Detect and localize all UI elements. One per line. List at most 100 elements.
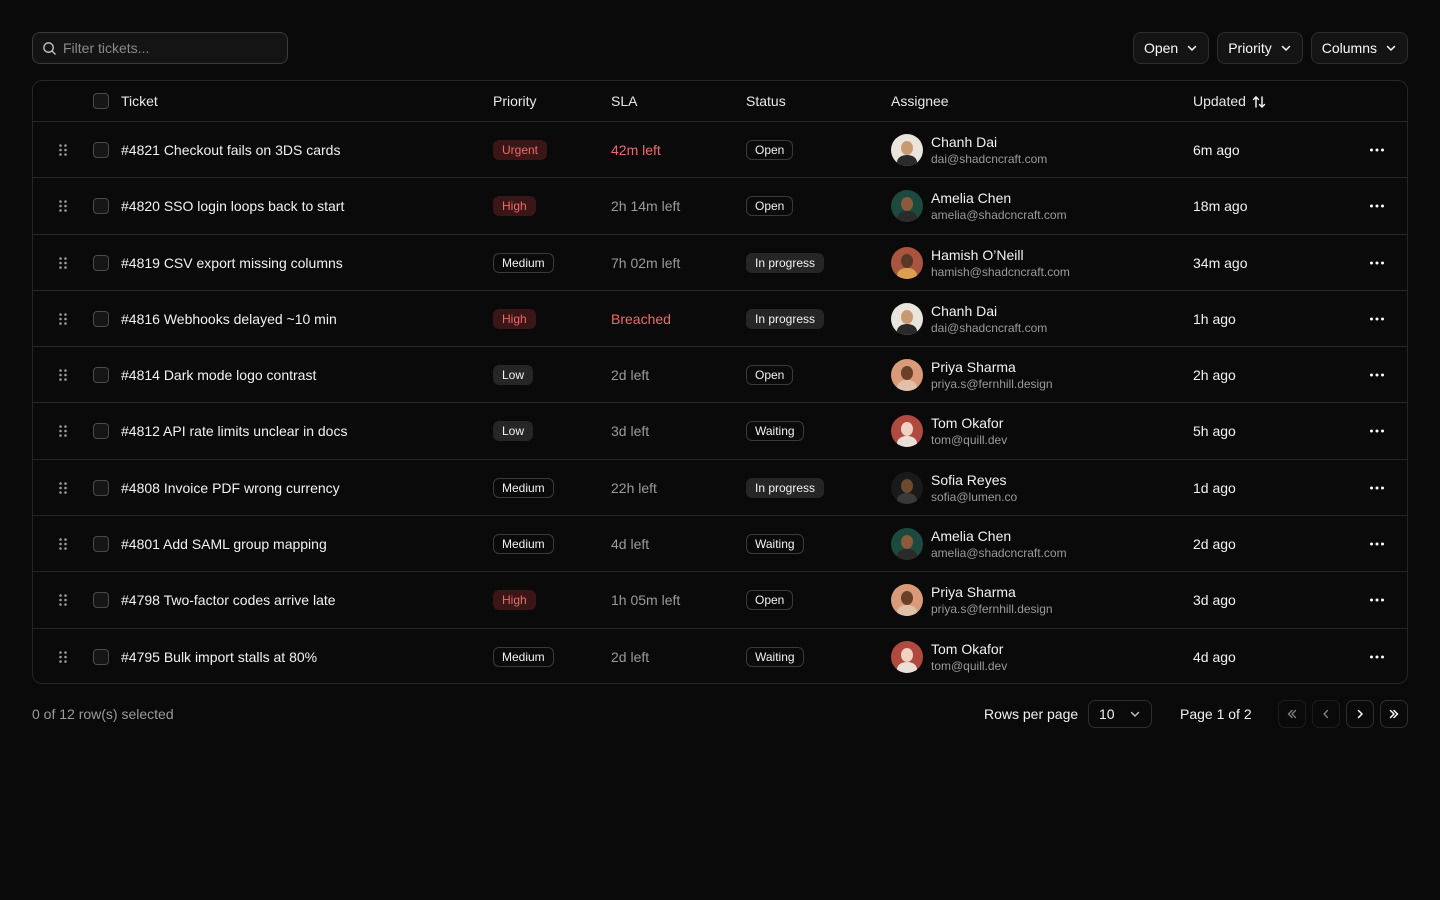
avatar <box>891 134 923 166</box>
row-actions-menu-icon[interactable] <box>1366 347 1388 403</box>
assignee-name: Priya Sharma <box>931 584 1016 601</box>
column-header-sla: SLA <box>611 93 638 109</box>
search-box[interactable] <box>32 32 288 64</box>
priority-cell: Low <box>493 403 534 459</box>
row-actions-menu-icon[interactable] <box>1366 572 1388 628</box>
drag-handle-icon[interactable] <box>57 291 69 347</box>
drag-handle-icon[interactable] <box>57 178 69 234</box>
row-checkbox[interactable] <box>93 291 109 347</box>
row-actions-menu-icon[interactable] <box>1366 178 1388 234</box>
assignee-cell: Amelia Chen amelia@shadcncraft.com <box>891 178 1067 234</box>
ticket-title: #4814 Dark mode logo contrast <box>121 367 317 384</box>
table-body: #4821 Checkout fails on 3DS cards Urgent 4… <box>33 122 1407 683</box>
avatar <box>891 528 923 561</box>
row-actions-menu-icon[interactable] <box>1366 516 1388 572</box>
assignee-email: dai@shadcncraft.com <box>931 320 1048 335</box>
last-page-button[interactable] <box>1380 700 1408 728</box>
drag-handle-icon[interactable] <box>57 235 69 291</box>
open-filter-button[interactable]: Open <box>1132 32 1210 64</box>
row-actions-menu-icon[interactable] <box>1366 403 1388 459</box>
status-badge: Waiting <box>746 534 804 555</box>
ticket-title: #4798 Two-factor codes arrive late <box>121 592 336 609</box>
assignee-email: priya.s@fernhill.design <box>931 602 1053 617</box>
row-actions-menu-icon[interactable] <box>1366 629 1388 683</box>
priority-badge: Low <box>493 421 534 442</box>
chevrons-right-icon <box>1389 709 1399 719</box>
row-checkbox[interactable] <box>93 572 109 628</box>
previous-page-button[interactable] <box>1312 700 1340 728</box>
table-row[interactable]: #4808 Invoice PDF wrong currency Medium 22… <box>33 460 1407 517</box>
ticket-title: #4808 Invoice PDF wrong currency <box>121 479 340 496</box>
row-checkbox[interactable] <box>93 122 109 178</box>
row-checkbox[interactable] <box>93 178 109 234</box>
drag-handle-icon[interactable] <box>57 516 69 572</box>
row-checkbox[interactable] <box>93 347 109 403</box>
updated-time: 2h ago <box>1193 367 1236 384</box>
row-actions-menu-icon[interactable] <box>1366 122 1388 178</box>
rows-per-page-select[interactable]: 10 <box>1088 700 1152 728</box>
next-page-button[interactable] <box>1346 700 1374 728</box>
drag-handle-icon[interactable] <box>57 629 69 683</box>
column-header-ticket: Ticket <box>121 93 158 109</box>
priority-filter-button[interactable]: Priority <box>1217 32 1303 64</box>
priority-cell: Urgent <box>493 122 548 178</box>
table-row[interactable]: #4814 Dark mode logo contrast Low 2d left O… <box>33 347 1407 404</box>
column-header-updated[interactable]: Updated <box>1193 81 1266 122</box>
assignee-email: dai@shadcncraft.com <box>931 152 1048 166</box>
drag-handle-icon[interactable] <box>57 572 69 628</box>
drag-handle-icon[interactable] <box>57 403 69 459</box>
search-input[interactable] <box>63 33 283 63</box>
select-all-checkbox[interactable] <box>93 93 109 109</box>
priority-badge: High <box>493 196 536 217</box>
sla-value: 22h left <box>611 479 657 496</box>
row-actions-menu-icon[interactable] <box>1366 460 1388 516</box>
chevron-left-icon <box>1323 709 1329 719</box>
table-row[interactable]: #4798 Two-factor codes arrive late High 1h… <box>33 572 1407 629</box>
table-row[interactable]: #4812 API rate limits unclear in docs Low… <box>33 403 1407 460</box>
column-header-status: Status <box>746 93 786 109</box>
status-cell: In progress <box>746 291 825 347</box>
status-cell: Open <box>746 178 794 234</box>
columns-button[interactable]: Columns <box>1310 32 1408 64</box>
table-row[interactable]: #4795 Bulk import stalls at 80% Medium 2d … <box>33 629 1407 683</box>
updated-time: 2d ago <box>1193 536 1236 553</box>
toolbar: Open Priority Columns <box>32 32 1408 64</box>
priority-cell: Medium <box>493 235 554 291</box>
row-actions-menu-icon[interactable] <box>1366 235 1388 291</box>
ticket-title: #4816 Webhooks delayed ~10 min <box>121 310 337 327</box>
assignee-cell: Tom Okafor tom@quill.dev <box>891 403 1007 459</box>
tickets-table: Ticket Priority SLA Status Assignee Upda… <box>32 80 1408 684</box>
row-checkbox[interactable] <box>93 629 109 683</box>
updated-time: 6m ago <box>1193 142 1240 158</box>
status-badge: Open <box>746 590 794 611</box>
row-actions-menu-icon[interactable] <box>1366 291 1388 347</box>
priority-badge: High <box>493 308 536 329</box>
table-row[interactable]: #4816 Webhooks delayed ~10 min High Breach… <box>33 291 1407 348</box>
ticket-title: #4795 Bulk import stalls at 80% <box>121 648 318 665</box>
priority-cell: Medium <box>493 629 554 683</box>
assignee-name: Priya Sharma <box>931 359 1016 376</box>
row-checkbox[interactable] <box>93 403 109 459</box>
ticket-title: #4821 Checkout fails on 3DS cards <box>121 142 341 158</box>
table-row[interactable]: #4819 CSV export missing columns Medium 7h… <box>33 235 1407 291</box>
status-badge: Open <box>746 196 794 217</box>
row-checkbox[interactable] <box>93 516 109 572</box>
assignee-cell: Priya Sharma priya.s@fernhill.design <box>891 347 1053 403</box>
chevron-down-icon <box>1281 45 1290 51</box>
table-row[interactable]: #4820 SSO login loops back to start High 2… <box>33 178 1407 235</box>
first-page-button[interactable] <box>1278 700 1306 728</box>
drag-handle-icon[interactable] <box>57 347 69 403</box>
row-checkbox[interactable] <box>93 460 109 516</box>
assignee-email: amelia@shadcncraft.com <box>931 546 1067 561</box>
drag-handle-icon[interactable] <box>57 122 69 178</box>
priority-badge: Medium <box>493 477 554 498</box>
status-cell: In progress <box>746 460 825 516</box>
table-row[interactable]: #4821 Checkout fails on 3DS cards Urgent 4… <box>33 122 1407 179</box>
table-row[interactable]: #4801 Add SAML group mapping Medium 4d lef… <box>33 516 1407 573</box>
priority-cell: Medium <box>493 460 554 516</box>
drag-handle-icon[interactable] <box>57 460 69 516</box>
priority-badge: Low <box>493 365 534 386</box>
selection-count: 0 of 12 row(s) selected <box>32 706 174 722</box>
row-checkbox[interactable] <box>93 235 109 291</box>
assignee-name: Sofia Reyes <box>931 471 1007 488</box>
